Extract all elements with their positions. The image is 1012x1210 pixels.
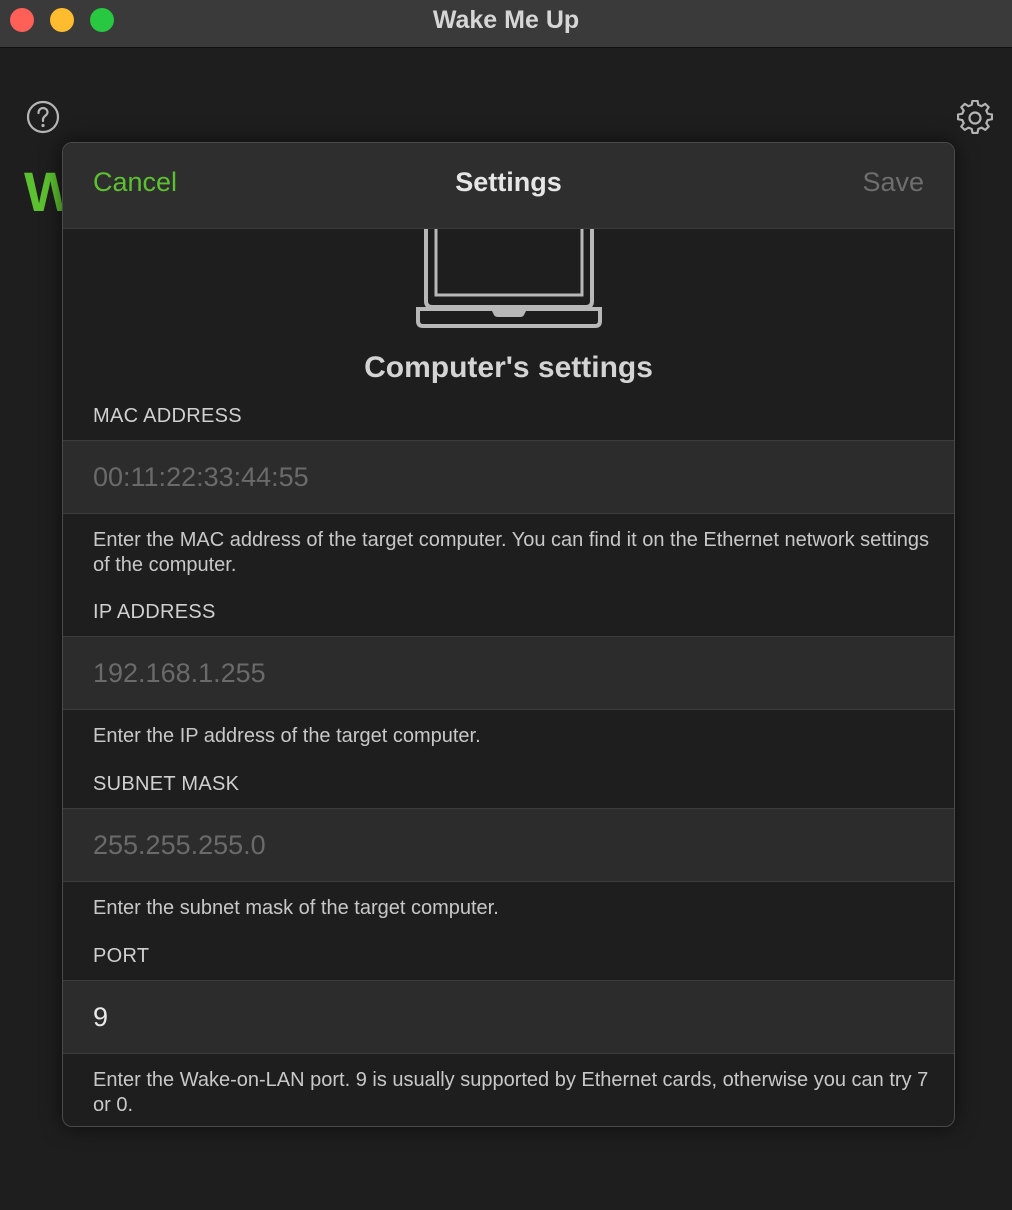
ip-address-help: Enter the IP address of the target compu…	[93, 725, 481, 747]
mac-address-input[interactable]	[93, 441, 913, 513]
settings-sheet: Cancel Settings Save Computer's settings…	[62, 142, 955, 1127]
ip-address-input[interactable]	[93, 637, 913, 709]
save-button[interactable]: Save	[862, 167, 924, 198]
mac-address-label: MAC ADDRESS	[93, 405, 242, 427]
port-row	[63, 980, 954, 1054]
gear-icon[interactable]	[957, 100, 993, 136]
port-help: Enter the Wake-on-LAN port. 9 is usually…	[93, 1069, 929, 1116]
mac-address-help: Enter the MAC address of the target comp…	[93, 529, 930, 576]
laptop-icon	[416, 229, 602, 328]
sheet-header: Cancel Settings Save	[63, 143, 954, 229]
subnet-mask-input[interactable]	[93, 809, 913, 881]
title-bar: Wake Me Up	[0, 0, 1012, 48]
subnet-mask-help: Enter the subnet mask of the target comp…	[93, 897, 499, 919]
section-heading: Computer's settings	[364, 351, 653, 384]
ip-address-row	[63, 636, 954, 710]
port-input[interactable]	[93, 981, 913, 1053]
port-label: PORT	[93, 945, 150, 967]
subnet-mask-row	[63, 808, 954, 882]
window-title: Wake Me Up	[432, 6, 580, 34]
ip-address-label: IP ADDRESS	[93, 601, 216, 623]
help-icon[interactable]	[26, 100, 60, 134]
mac-address-row	[63, 440, 954, 514]
sheet-title: Settings	[455, 167, 562, 197]
subnet-mask-label: SUBNET MASK	[93, 773, 240, 795]
